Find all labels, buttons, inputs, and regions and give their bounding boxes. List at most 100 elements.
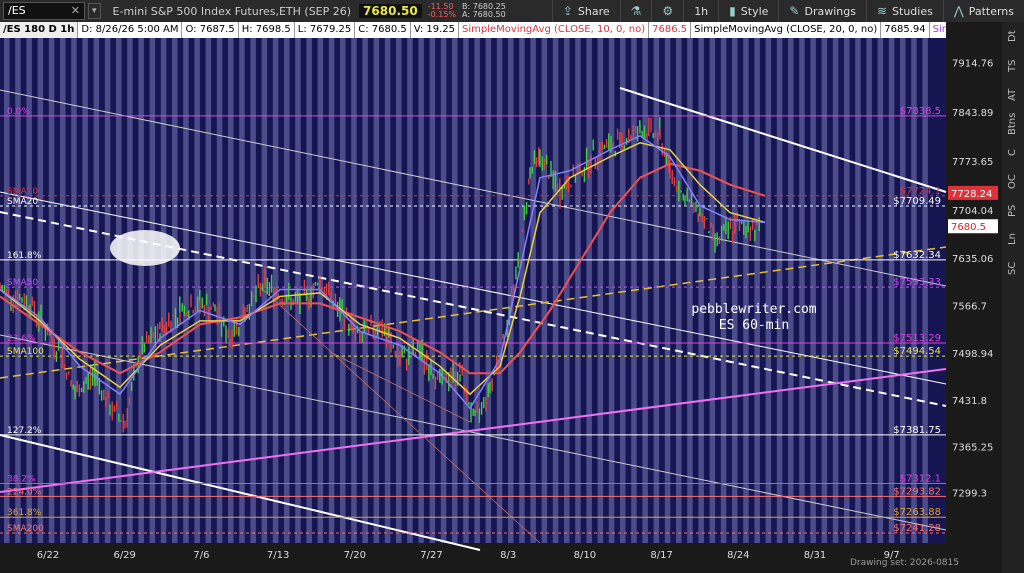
level-left-label: 224.0% xyxy=(7,487,42,497)
x-tick-label: 7/6 xyxy=(193,550,209,561)
sma20-legend[interactable]: SimpleMovingAvg (CLOSE, 20, 0, no) xyxy=(691,22,882,38)
studies-button[interactable]: ≋ Studies xyxy=(865,0,943,22)
sidebar-tab-dt[interactable]: Dt xyxy=(1002,22,1024,51)
session-stripe xyxy=(732,38,738,543)
y-tick-label: 7299.3 xyxy=(952,489,987,500)
level-left-label: SMA50 xyxy=(7,278,38,288)
patterns-label: Patterns xyxy=(968,4,1014,18)
session-stripe xyxy=(664,38,671,543)
symbol-dropdown-icon[interactable]: ▾ xyxy=(88,3,101,19)
interval-button[interactable]: 1h xyxy=(683,0,718,22)
level-right-label: $7632.34 xyxy=(893,250,941,261)
level-left-label: SMA20 xyxy=(7,197,38,207)
symbol-input[interactable]: /ES ✕ xyxy=(3,2,85,20)
share-button[interactable]: ⇪ Share xyxy=(551,0,620,22)
session-stripe xyxy=(82,38,88,543)
price-marker-label: 7680.5 xyxy=(951,222,986,233)
bar-open: O: 7687.5 xyxy=(182,22,239,38)
session-stripe xyxy=(104,38,111,543)
sidebar-tab-btns[interactable]: Btns xyxy=(1002,109,1024,138)
session-stripe xyxy=(541,38,548,543)
y-tick-label: 7843.89 xyxy=(952,108,993,119)
bid-ask: B: 7680.25 A: 7680.50 xyxy=(462,3,506,19)
session-stripe xyxy=(71,38,77,543)
session-stripe xyxy=(205,38,212,543)
price-chart[interactable]: 0.0% $7838.5SMA10 $7724.1SMA20 $7709.49161.… xyxy=(0,22,1002,573)
symbol-text: /ES xyxy=(8,4,26,17)
watermark-text: ES 60-min xyxy=(719,318,789,333)
sma10-value: 7686.5 xyxy=(649,22,692,38)
instrument-description: E-mini S&P 500 Index Futures,ETH (SEP 26… xyxy=(112,4,352,18)
session-stripe xyxy=(597,38,604,543)
level-right-label: $7381.75 xyxy=(893,425,941,436)
y-tick-label: 7566.7 xyxy=(952,302,987,313)
x-tick-label: 6/22 xyxy=(37,550,59,561)
session-stripe xyxy=(720,38,727,543)
watermark-text: pebblewriter.com xyxy=(691,302,816,317)
session-stripe xyxy=(676,38,682,543)
share-label: Share xyxy=(577,4,610,18)
session-stripe xyxy=(463,38,469,543)
sidebar-tab-oc[interactable]: OC xyxy=(1002,167,1024,196)
level-right-label: $7513.29 xyxy=(893,333,941,344)
chart-header: /ES 180 D 1h xyxy=(0,22,79,38)
bar-volume: V: 19.25 xyxy=(410,22,459,38)
sidebar-tab-ps[interactable]: PS xyxy=(1002,196,1024,225)
settings-button[interactable]: ⚙ xyxy=(651,0,683,22)
session-stripe xyxy=(440,38,447,543)
session-stripe xyxy=(888,38,895,543)
x-tick-label: 8/24 xyxy=(727,550,749,561)
level-left-label: SMA10 xyxy=(7,187,38,197)
y-tick-label: 7914.76 xyxy=(952,59,993,70)
studies-label: Studies xyxy=(892,4,933,18)
session-stripe xyxy=(239,38,245,543)
studies-icon: ≋ xyxy=(876,4,888,18)
level-left-label: 161.8% xyxy=(7,251,42,261)
clear-icon[interactable]: ✕ xyxy=(71,3,80,19)
sidebar-tab-ts[interactable]: TS xyxy=(1002,51,1024,80)
patterns-button[interactable]: ⋀ Patterns xyxy=(942,0,1024,22)
study-legend: /ES 180 D 1h D: 8/26/26 5:00 AM O: 7687.… xyxy=(0,22,946,38)
sidebar-tab-sc[interactable]: SC xyxy=(1002,254,1024,283)
level-left-label: 127.2% xyxy=(7,426,42,436)
session-stripe xyxy=(776,38,783,543)
gear-icon: ⚙ xyxy=(662,4,674,18)
session-stripe xyxy=(172,38,178,543)
sidebar-tab-c[interactable]: C xyxy=(1002,138,1024,167)
session-stripe xyxy=(552,38,559,543)
sma50-legend[interactable]: SimpleMovingAvg xyxy=(929,22,946,38)
ask-value: A: 7680.50 xyxy=(462,10,506,19)
x-tick-label: 7/27 xyxy=(420,550,442,561)
session-stripe xyxy=(93,38,100,543)
x-tick-label: 8/17 xyxy=(650,550,672,561)
drawings-label: Drawings xyxy=(804,4,856,18)
session-stripe xyxy=(564,38,570,543)
drawings-button[interactable]: ✎ Drawings xyxy=(778,0,866,22)
y-tick-label: 7635.06 xyxy=(952,254,993,265)
session-stripe xyxy=(754,38,760,543)
bar-close: C: 7680.5 xyxy=(355,22,411,38)
session-stripe xyxy=(373,38,380,543)
session-stripe xyxy=(821,38,828,543)
level-right-label: $7293.82 xyxy=(893,486,941,497)
session-stripe xyxy=(216,38,223,543)
change-percent: -0.15% xyxy=(427,10,457,19)
level-right-label: $7494.54 xyxy=(893,346,941,357)
sma10-legend[interactable]: SimpleMovingAvg (CLOSE, 10, 0, no) xyxy=(459,22,650,38)
flask-icon: ⚗ xyxy=(630,4,642,18)
session-stripe xyxy=(250,38,256,543)
top-toolbar: /ES ✕ ▾ E-mini S&P 500 Index Futures,ETH… xyxy=(0,0,1024,23)
level-right-label: $7241.28 xyxy=(893,523,941,534)
interval-label: 1h xyxy=(694,4,709,18)
level-right-label: $7709.49 xyxy=(893,196,941,207)
flask-button[interactable]: ⚗ xyxy=(619,0,652,22)
session-stripe xyxy=(429,38,436,543)
session-stripe xyxy=(743,38,749,543)
y-tick-label: 7773.65 xyxy=(952,157,993,168)
sidebar-tab-at[interactable]: AT xyxy=(1002,80,1024,109)
style-button[interactable]: ▮ Style xyxy=(718,0,778,22)
y-tick-label: 7704.04 xyxy=(952,206,993,217)
level-left-label: SMA100 xyxy=(7,347,44,357)
style-label: Style xyxy=(740,4,769,18)
sidebar-tab-ln[interactable]: Ln xyxy=(1002,225,1024,254)
